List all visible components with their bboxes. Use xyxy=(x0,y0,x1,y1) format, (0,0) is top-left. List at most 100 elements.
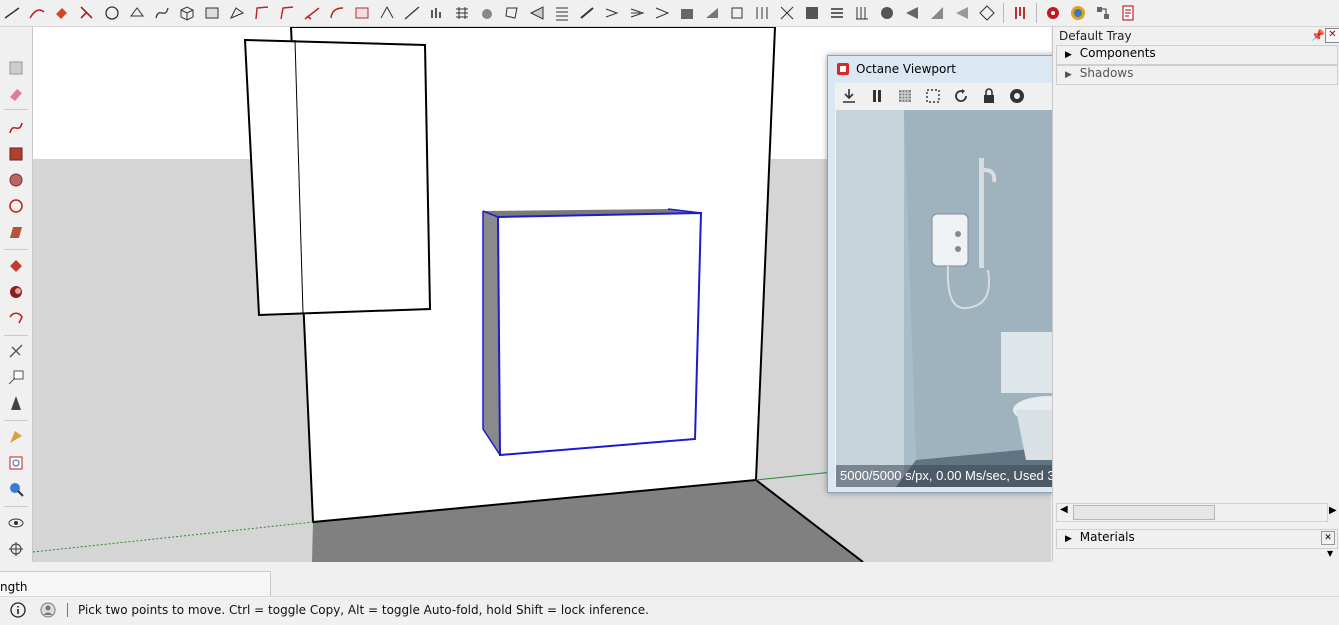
polygon-icon[interactable] xyxy=(4,221,28,243)
left-tool-palette xyxy=(0,27,33,562)
lock-icon[interactable] xyxy=(975,84,1003,108)
octane-logo-icon xyxy=(836,62,850,76)
scale-icon[interactable] xyxy=(325,2,349,24)
edges-icon[interactable] xyxy=(925,2,949,24)
line-icon[interactable] xyxy=(250,2,274,24)
palette-separator xyxy=(4,249,28,250)
expand-arrow-icon: ▶ xyxy=(1065,70,1072,80)
hidden-line-icon[interactable] xyxy=(750,2,774,24)
grid-icon[interactable] xyxy=(450,2,474,24)
vertical-bar-icon[interactable] xyxy=(1008,2,1032,24)
hatch-icon[interactable] xyxy=(875,2,899,24)
main-toolbar xyxy=(0,0,1339,27)
bar-chart-icon[interactable] xyxy=(425,2,449,24)
text-icon[interactable] xyxy=(375,2,399,24)
tray-close-icon[interactable]: ✕ xyxy=(1325,28,1339,43)
wireframe-icon[interactable] xyxy=(775,2,799,24)
walk-icon[interactable] xyxy=(525,2,549,24)
offset-icon[interactable] xyxy=(4,307,28,329)
measurement-box[interactable]: ngth xyxy=(0,571,271,597)
paint-icon[interactable] xyxy=(50,2,74,24)
color-wheel-icon[interactable] xyxy=(1066,2,1090,24)
dimension2-icon[interactable] xyxy=(400,2,424,24)
horizontal-scrollbar[interactable]: ◀ xyxy=(1056,503,1328,522)
freehand-icon[interactable] xyxy=(4,117,28,139)
scroll-right-icon[interactable]: ▶ xyxy=(1329,505,1337,516)
texture-icon[interactable] xyxy=(800,2,824,24)
globe-icon[interactable] xyxy=(950,2,974,24)
tape-icon[interactable] xyxy=(625,2,649,24)
follow-me-icon[interactable] xyxy=(350,2,374,24)
house-icon[interactable] xyxy=(675,2,699,24)
tray-panel-materials[interactable]: ▶ Materials ✕ xyxy=(1056,529,1338,549)
dimension-icon[interactable] xyxy=(0,2,24,24)
status-message: Pick two points to move. Ctrl = toggle C… xyxy=(78,603,649,617)
pie-icon[interactable] xyxy=(300,2,324,24)
checker-icon[interactable] xyxy=(891,84,919,108)
text-label-icon[interactable] xyxy=(4,366,28,388)
toolbar-separator xyxy=(1003,3,1004,23)
region-icon[interactable] xyxy=(919,84,947,108)
pan-icon[interactable] xyxy=(125,2,149,24)
status-separator xyxy=(67,603,68,617)
eraser-icon[interactable] xyxy=(4,83,28,105)
scroll-down-icon[interactable]: ▼ xyxy=(1327,549,1333,558)
palette-separator xyxy=(4,109,28,110)
orbit-icon[interactable] xyxy=(100,2,124,24)
selected-box[interactable] xyxy=(496,211,703,457)
tray-panel-components[interactable]: ▶ Components xyxy=(1056,45,1338,65)
paint-bucket-icon[interactable] xyxy=(4,255,28,277)
shape-icon[interactable] xyxy=(225,2,249,24)
monochrome-icon[interactable] xyxy=(825,2,849,24)
select-arrow-icon[interactable] xyxy=(4,57,28,79)
orbit-icon[interactable] xyxy=(4,426,28,448)
follow-me-icon[interactable] xyxy=(4,281,28,303)
pause-icon[interactable] xyxy=(863,84,891,108)
freehand-icon[interactable] xyxy=(150,2,174,24)
materials-label: Materials xyxy=(1079,530,1135,544)
toolbar-separator xyxy=(1036,3,1037,23)
expand-arrow-icon: ▶ xyxy=(1065,534,1072,544)
component-icon[interactable] xyxy=(200,2,224,24)
info-icon[interactable] xyxy=(10,602,26,621)
rotate-icon[interactable] xyxy=(4,169,28,191)
network-icon[interactable] xyxy=(1091,2,1115,24)
panel-object[interactable] xyxy=(243,38,432,317)
stripes-icon[interactable] xyxy=(850,2,874,24)
tray-panel-shadows[interactable]: ▶ Shadows xyxy=(1056,65,1338,85)
pin-icon[interactable]: 📌 xyxy=(1311,29,1325,42)
section-icon[interactable] xyxy=(500,2,524,24)
rectangle-icon[interactable] xyxy=(4,143,28,165)
position-camera-icon[interactable] xyxy=(4,538,28,560)
arc-icon[interactable] xyxy=(25,2,49,24)
section-plane-icon[interactable] xyxy=(550,2,574,24)
aperture-icon[interactable] xyxy=(1003,84,1031,108)
tape-measure-icon[interactable] xyxy=(4,340,28,362)
circle-icon[interactable] xyxy=(4,195,28,217)
download-icon[interactable] xyxy=(835,84,863,108)
user-icon[interactable] xyxy=(40,602,56,621)
rotated-rect-icon[interactable] xyxy=(275,2,299,24)
xray-icon[interactable] xyxy=(725,2,749,24)
bars-icon[interactable] xyxy=(900,2,924,24)
materials-close-icon[interactable]: ✕ xyxy=(1321,531,1335,545)
view-front-icon[interactable] xyxy=(575,2,599,24)
zoom-extents-icon[interactable] xyxy=(4,478,28,500)
axes-icon[interactable] xyxy=(4,392,28,414)
measurement-area: ngth xyxy=(0,563,1339,597)
select-icon[interactable] xyxy=(75,2,99,24)
box-icon[interactable] xyxy=(175,2,199,24)
hand-icon[interactable] xyxy=(475,2,499,24)
zoom-window-icon[interactable] xyxy=(4,452,28,474)
axes-icon[interactable] xyxy=(650,2,674,24)
octane-render-icon[interactable] xyxy=(1041,2,1065,24)
tray-panel-label: Shadows xyxy=(1079,66,1134,80)
view-back-icon[interactable] xyxy=(600,2,624,24)
scrollbar-thumb[interactable] xyxy=(1073,505,1215,520)
refresh-icon[interactable] xyxy=(947,84,975,108)
look-around-icon[interactable] xyxy=(4,512,28,534)
report-icon[interactable] xyxy=(1116,2,1140,24)
shadows-icon[interactable] xyxy=(975,2,999,24)
shaded-icon[interactable] xyxy=(700,2,724,24)
scroll-left-icon[interactable]: ◀ xyxy=(1060,504,1068,515)
